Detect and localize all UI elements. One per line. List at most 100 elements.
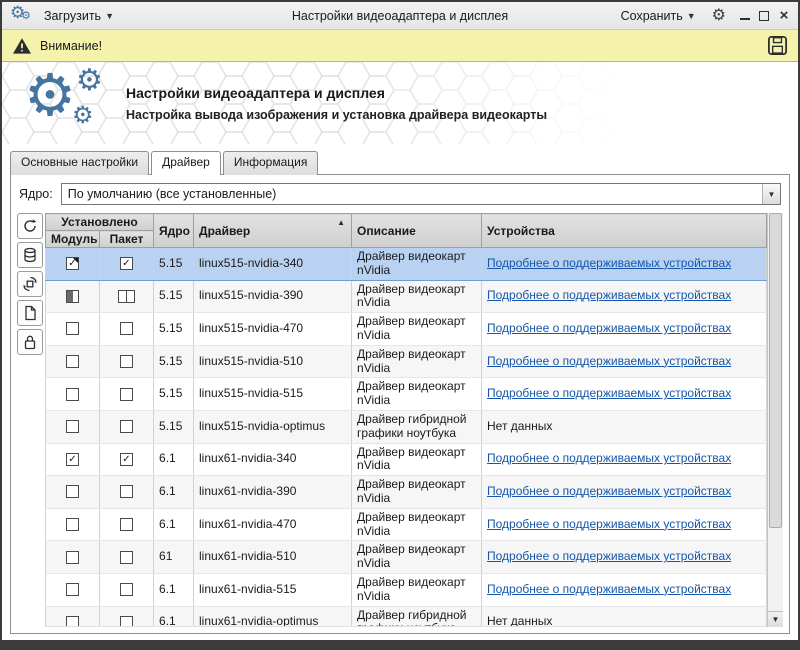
package-cell[interactable] <box>100 410 154 443</box>
devices-link[interactable]: Подробнее о поддерживаемых устройствах <box>487 256 731 270</box>
package-cell[interactable] <box>100 573 154 606</box>
module-checkbox-unchecked[interactable] <box>66 355 79 368</box>
package-cell[interactable] <box>100 378 154 411</box>
devices-link[interactable]: Подробнее о поддерживаемых устройствах <box>487 288 731 302</box>
package-checkbox-unchecked[interactable] <box>120 388 133 401</box>
chevron-down-icon[interactable]: ▼ <box>762 184 780 204</box>
tab-basic-settings[interactable]: Основные настройки <box>10 151 149 175</box>
settings-gear-icon[interactable]: ⚙ <box>712 8 726 24</box>
column-header-driver[interactable]: Драйвер ▲ <box>194 214 352 248</box>
module-cell[interactable] <box>46 345 100 378</box>
module-cell[interactable] <box>46 313 100 346</box>
chevron-down-icon: ▼ <box>687 11 696 21</box>
package-checkbox-unchecked[interactable] <box>120 551 133 564</box>
devices-link[interactable]: Подробнее о поддерживаемых устройствах <box>487 386 731 400</box>
devices-link[interactable]: Подробнее о поддерживаемых устройствах <box>487 517 731 531</box>
devices-link[interactable]: Подробнее о поддерживаемых устройствах <box>487 354 731 368</box>
package-checkbox-unchecked[interactable] <box>120 420 133 433</box>
table-row[interactable]: 5.15linux515-nvidia-470Драйвер видеокарт… <box>46 313 767 346</box>
module-checkbox-unchecked[interactable] <box>66 420 79 433</box>
module-cell[interactable]: ✓ <box>46 443 100 476</box>
kernel-cell: 5.15 <box>154 313 194 346</box>
package-cell[interactable] <box>100 345 154 378</box>
table-row[interactable]: 6.1linux61-nvidia-optimusДрайвер гибридн… <box>46 606 767 627</box>
scroll-down-button[interactable]: ▼ <box>768 611 783 627</box>
package-checkbox-unchecked[interactable] <box>120 485 133 498</box>
module-cell[interactable] <box>46 476 100 509</box>
package-checkbox-unchecked[interactable] <box>120 616 133 627</box>
package-cell[interactable] <box>100 280 154 313</box>
package-cell[interactable] <box>100 541 154 574</box>
table-row[interactable]: 5.15linux515-nvidia-515Драйвер видеокарт… <box>46 378 767 411</box>
module-cell[interactable] <box>46 606 100 627</box>
save-button[interactable]: Сохранить ▼ <box>615 6 702 26</box>
column-header-module[interactable]: Модуль <box>46 231 100 248</box>
devices-link[interactable]: Подробнее о поддерживаемых устройствах <box>487 451 731 465</box>
module-checkbox-unchecked[interactable] <box>66 583 79 596</box>
package-cell[interactable]: ✓ <box>100 443 154 476</box>
package-checkbox-unchecked[interactable] <box>120 583 133 596</box>
package-checkbox-unchecked[interactable] <box>120 355 133 368</box>
database-icon[interactable] <box>17 242 43 268</box>
column-header-description[interactable]: Описание <box>352 214 482 248</box>
table-row[interactable]: ✓✓5.15linux515-nvidia-340Драйвер видеока… <box>46 248 767 281</box>
refresh-icon[interactable] <box>17 213 43 239</box>
table-row[interactable]: 6.1linux61-nvidia-515Драйвер видеокарт n… <box>46 573 767 606</box>
package-checkbox-unchecked[interactable] <box>120 518 133 531</box>
module-checkbox-checked-corner[interactable]: ✓ <box>66 257 79 270</box>
devices-link[interactable]: Подробнее о поддерживаемых устройствах <box>487 484 731 498</box>
module-checkbox-unchecked[interactable] <box>66 322 79 335</box>
package-cell[interactable] <box>100 508 154 541</box>
save-disk-icon[interactable] <box>767 35 788 56</box>
package-checkbox-unchecked[interactable] <box>120 322 133 335</box>
devices-link[interactable]: Подробнее о поддерживаемых устройствах <box>487 321 731 335</box>
close-button[interactable]: × <box>778 10 790 22</box>
tab-driver[interactable]: Драйвер <box>151 151 221 175</box>
module-cell[interactable] <box>46 573 100 606</box>
module-checkbox-unchecked[interactable] <box>66 518 79 531</box>
module-cell[interactable] <box>46 508 100 541</box>
package-checkbox-checked[interactable]: ✓ <box>120 453 133 466</box>
tab-information[interactable]: Информация <box>223 151 318 175</box>
table-row[interactable]: 5.15linux515-nvidia-390Драйвер видеокарт… <box>46 280 767 313</box>
module-cell[interactable] <box>46 280 100 313</box>
kernel-select[interactable]: По умолчанию (все установленные) ▼ <box>61 183 781 205</box>
package-cell[interactable] <box>100 313 154 346</box>
module-cell[interactable] <box>46 410 100 443</box>
module-checkbox-half[interactable] <box>66 290 79 303</box>
window-bottom-frame <box>2 640 798 648</box>
module-cell[interactable] <box>46 541 100 574</box>
module-checkbox-unchecked[interactable] <box>66 616 79 627</box>
package-checkbox-checked[interactable]: ✓ <box>120 257 133 270</box>
devices-link[interactable]: Подробнее о поддерживаемых устройствах <box>487 549 731 563</box>
column-header-kernel[interactable]: Ядро <box>154 214 194 248</box>
column-header-package[interactable]: Пакет <box>100 231 154 248</box>
package-cell[interactable] <box>100 476 154 509</box>
module-checkbox-checked[interactable]: ✓ <box>66 453 79 466</box>
maximize-button[interactable] <box>759 11 769 21</box>
module-cell[interactable]: ✓ <box>46 248 100 281</box>
load-button[interactable]: Загрузить ▼ <box>38 6 120 26</box>
lock-icon[interactable] <box>17 329 43 355</box>
module-cell[interactable] <box>46 378 100 411</box>
package-cell[interactable] <box>100 606 154 627</box>
module-checkbox-unchecked[interactable] <box>66 551 79 564</box>
column-header-devices[interactable]: Устройства <box>482 214 767 248</box>
table-row[interactable]: 61linux61-nvidia-510Драйвер видеокарт nV… <box>46 541 767 574</box>
devices-link[interactable]: Подробнее о поддерживаемых устройствах <box>487 582 731 596</box>
vertical-scrollbar[interactable]: ▼ <box>767 213 783 627</box>
column-header-installed[interactable]: Установлено <box>46 214 154 231</box>
table-row[interactable]: 6.1linux61-nvidia-470Драйвер видеокарт n… <box>46 508 767 541</box>
package-checkbox-book[interactable] <box>118 290 135 303</box>
module-checkbox-unchecked[interactable] <box>66 485 79 498</box>
minimize-button[interactable] <box>740 11 750 20</box>
package-cell[interactable]: ✓ <box>100 248 154 281</box>
table-row[interactable]: 5.15linux515-nvidia-510Драйвер видеокарт… <box>46 345 767 378</box>
table-row[interactable]: 5.15linux515-nvidia-optimusДрайвер гибри… <box>46 410 767 443</box>
package-sync-icon[interactable] <box>17 271 43 297</box>
table-row[interactable]: 6.1linux61-nvidia-390Драйвер видеокарт n… <box>46 476 767 509</box>
table-row[interactable]: ✓✓6.1linux61-nvidia-340Драйвер видеокарт… <box>46 443 767 476</box>
scrollbar-thumb[interactable] <box>769 213 782 528</box>
document-icon[interactable] <box>17 300 43 326</box>
module-checkbox-unchecked[interactable] <box>66 388 79 401</box>
